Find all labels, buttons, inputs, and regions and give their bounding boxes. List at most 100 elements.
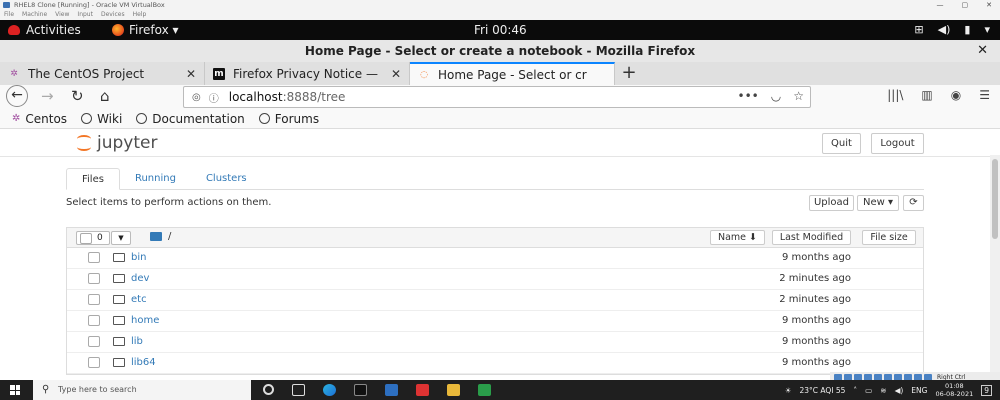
list-item[interactable]: etc 2 minutes ago [67, 290, 923, 311]
vbox-menu-input[interactable]: Input [77, 10, 93, 20]
row-checkbox[interactable] [88, 357, 100, 368]
refresh-icon[interactable]: ⟳ [903, 195, 924, 211]
vbox-menu-view[interactable]: View [55, 10, 69, 20]
library-icon[interactable]: |||\ [887, 88, 903, 102]
sort-by-file-size-button[interactable]: File size [862, 230, 916, 245]
page-scrollbar[interactable] [990, 155, 1000, 379]
tab-centos[interactable]: ✲ The CentOS Project ✕ [0, 62, 205, 85]
vbox-menu-devices[interactable]: Devices [101, 10, 125, 20]
language-indicator[interactable]: ENG [911, 386, 927, 395]
list-item[interactable]: home 9 months ago [67, 311, 923, 332]
vbox-menu-file[interactable]: File [4, 10, 14, 20]
app-red-icon[interactable] [416, 384, 429, 396]
row-checkbox[interactable] [88, 315, 100, 326]
row-checkbox[interactable] [88, 336, 100, 347]
minimize-button[interactable]: — [937, 0, 944, 10]
clock[interactable]: Fri 00:46 [474, 23, 527, 37]
battery-icon[interactable]: ▮ [964, 23, 970, 36]
terminal-icon[interactable] [354, 384, 367, 396]
bookmark-label: Wiki [97, 111, 123, 126]
sidebar-icon[interactable]: ▥ [921, 88, 932, 102]
edge-icon[interactable] [323, 384, 336, 396]
tab-close-icon[interactable]: ✕ [391, 67, 401, 81]
bookmark-wiki[interactable]: Wiki [81, 112, 122, 126]
notification-count[interactable]: 9 [981, 384, 992, 396]
item-name-link[interactable]: bin [131, 252, 146, 263]
item-name-link[interactable]: home [131, 315, 159, 326]
tab-running[interactable]: Running [120, 168, 191, 189]
breadcrumb[interactable]: / [150, 231, 171, 242]
site-info-icon[interactable]: ⓘ [209, 90, 219, 105]
tab-close-icon[interactable]: ✕ [186, 67, 196, 81]
task-view-icon[interactable] [292, 384, 305, 396]
system-tray: ☀ 23°C AQI 55 ˄ ▭ ≋ ◀) ENG 01:08 06-08-2… [785, 380, 992, 400]
sort-by-last-modified-button[interactable]: Last Modified [772, 230, 851, 245]
tracking-protection-icon[interactable]: ◎ [192, 92, 201, 103]
forward-button[interactable]: → [41, 87, 54, 105]
bookmark-centos[interactable]: ✲ Centos [12, 112, 67, 126]
bookmark-documentation[interactable]: Documentation [136, 112, 245, 126]
url-bar[interactable]: ◎ ⓘ localhost:8888/tree ••• ◡ ☆ [183, 86, 811, 108]
virtualbox-taskbar-icon[interactable] [385, 384, 398, 396]
taskbar-clock[interactable]: 01:08 06-08-2021 [935, 382, 973, 398]
page-actions-icon[interactable]: ••• [738, 89, 759, 103]
maximize-button[interactable]: ▢ [962, 0, 969, 10]
tab-jupyter-home[interactable]: ◌ Home Page - Select or cr [410, 62, 615, 85]
row-checkbox[interactable] [88, 252, 100, 263]
back-button[interactable]: ← [6, 85, 28, 107]
home-button[interactable]: ⌂ [100, 87, 110, 105]
row-checkbox[interactable] [88, 273, 100, 284]
list-item[interactable]: bin 9 months ago [67, 248, 923, 269]
list-item[interactable]: lib64 9 months ago [67, 353, 923, 374]
tray-network-icon[interactable]: ▭ [865, 386, 872, 395]
tray-wifi-icon[interactable]: ≋ [880, 386, 886, 395]
close-window-button[interactable]: ✕ [986, 0, 992, 10]
tray-chevron-icon[interactable]: ˄ [853, 386, 857, 395]
list-item[interactable]: lib 9 months ago [67, 332, 923, 353]
pocket-icon[interactable]: ◡ [771, 89, 781, 103]
weather-text[interactable]: 23°C AQI 55 [799, 386, 845, 395]
tab-files[interactable]: Files [66, 168, 120, 190]
app-green-icon[interactable] [478, 384, 491, 396]
upload-button[interactable]: Upload [809, 195, 854, 211]
mozilla-m-icon: m [213, 67, 225, 80]
bookmark-star-icon[interactable]: ☆ [793, 89, 804, 103]
file-explorer-icon[interactable] [447, 384, 460, 396]
item-name-link[interactable]: etc [131, 294, 147, 305]
volume-icon[interactable]: ◀) [938, 23, 951, 36]
taskbar-time: 01:08 [944, 382, 964, 390]
close-icon[interactable]: ✕ [977, 40, 988, 62]
activities-button[interactable]: Activities [8, 23, 81, 37]
select-menu-chevron-icon[interactable]: ▼ [111, 231, 131, 245]
sort-by-name-button[interactable]: Name ⬇ [710, 230, 765, 245]
bookmark-forums[interactable]: Forums [258, 112, 319, 126]
vbox-menu-help[interactable]: Help [133, 10, 147, 20]
item-name-link[interactable]: dev [131, 273, 149, 284]
account-icon[interactable]: ◉ [951, 88, 961, 102]
quit-button[interactable]: Quit [822, 133, 861, 154]
row-checkbox[interactable] [88, 294, 100, 305]
firefox-app-menu[interactable]: Firefox ▾ [112, 23, 179, 37]
tray-volume-icon[interactable]: ◀) [895, 386, 904, 395]
system-menu-chevron-icon[interactable]: ▾ [984, 23, 990, 36]
tab-clusters[interactable]: Clusters [191, 168, 262, 189]
item-name-link[interactable]: lib [131, 336, 143, 347]
jupyter-logo[interactable]: jupyter [77, 133, 157, 153]
weather-icon[interactable]: ☀ [785, 386, 792, 395]
tab-firefox-privacy[interactable]: m Firefox Privacy Notice — ✕ [205, 62, 410, 85]
reload-button[interactable]: ↻ [71, 87, 84, 105]
firefox-icon [112, 24, 124, 36]
new-dropdown-button[interactable]: New ▾ [857, 195, 899, 211]
scrollbar-thumb[interactable] [992, 159, 998, 239]
menu-hamburger-icon[interactable]: ☰ [979, 88, 990, 102]
list-item[interactable]: dev 2 minutes ago [67, 269, 923, 290]
vbox-menu-machine[interactable]: Machine [22, 10, 47, 20]
item-name-link[interactable]: lib64 [131, 357, 156, 368]
logout-button[interactable]: Logout [871, 133, 924, 154]
network-icon[interactable]: ⊞ [914, 23, 923, 36]
cortana-icon[interactable] [263, 384, 274, 395]
windows-start-icon[interactable] [10, 385, 20, 395]
select-all-checkbox[interactable]: 0 [76, 231, 110, 245]
taskbar-search-input[interactable]: Type here to search [33, 380, 251, 400]
new-tab-button[interactable]: + [615, 62, 643, 85]
